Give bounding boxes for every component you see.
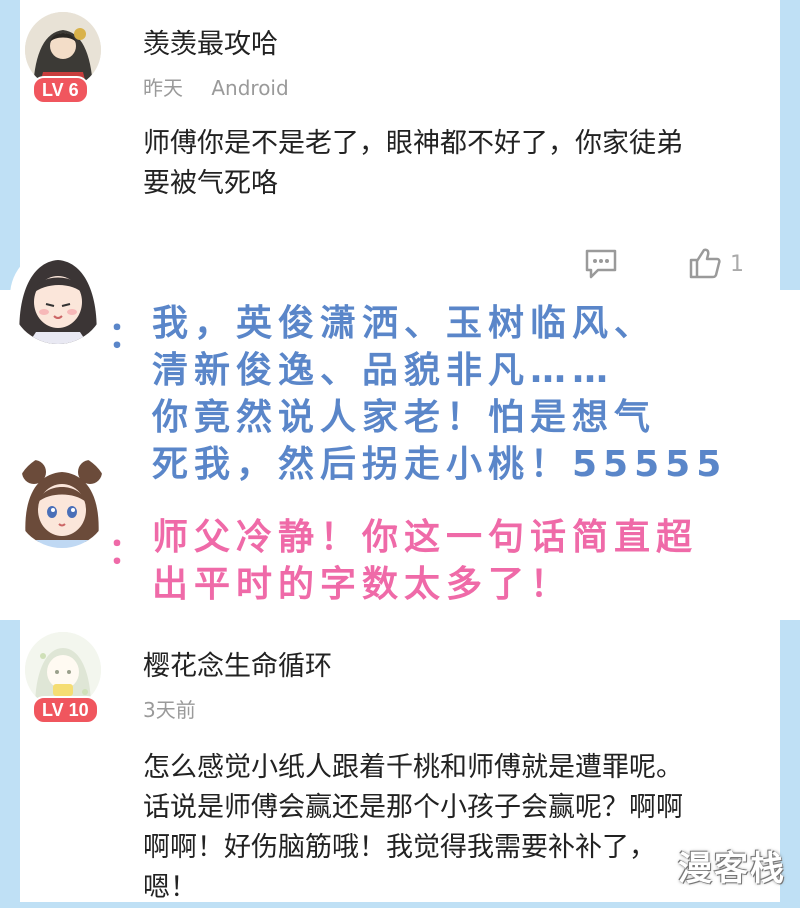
dialogue-block-blue: 我，英俊潇洒、玉树临风、 清新俊逸、品貌非凡…… 你竟然说人家老！怕是想气 死我… — [152, 300, 727, 488]
username[interactable]: 羡羡最攻哈 — [143, 22, 278, 61]
reply-icon[interactable] — [584, 248, 618, 284]
dialogue-line: 死我，然后拐走小桃！55555 — [152, 444, 728, 485]
username[interactable]: 樱花念生命循环 — [143, 644, 332, 683]
timestamp: 3天前 — [143, 698, 196, 722]
dialogue-colon: ： — [108, 531, 145, 572]
dialogue-line: 我，英俊潇洒、玉树临风、 — [152, 303, 657, 344]
dialogue-line: 出平时的字数太多了！ — [152, 564, 573, 605]
watermark-logo: 漫客栈 — [678, 849, 786, 889]
level-badge: LV 6 — [32, 76, 89, 104]
like-icon[interactable] — [688, 246, 722, 284]
comment-meta: 3天前 — [143, 694, 218, 723]
comment-text: 师傅你是不是老了，眼神都不好了，你家徒弟 要被气死咯 — [143, 128, 683, 199]
long-haired-girl-avatar-icon — [10, 248, 106, 344]
dialogue-colon: ： — [108, 315, 145, 356]
dialogue-line: 清新俊逸、品貌非凡…… — [152, 350, 615, 391]
device-label: Android — [211, 76, 289, 100]
dialogue-line: 师父冷静！你这一句话简直超 — [152, 517, 699, 558]
dialogue-line: 你竟然说人家老！怕是想气 — [152, 397, 657, 438]
dialogue-block-pink: 师父冷静！你这一句话简直超 出平时的字数太多了！ — [152, 514, 698, 608]
comment-meta: 昨天 Android — [143, 72, 311, 101]
twin-bun-girl-avatar-icon — [14, 452, 110, 548]
level-badge: LV 10 — [32, 696, 99, 724]
timestamp: 昨天 — [143, 76, 183, 100]
like-count: 1 — [730, 252, 744, 277]
